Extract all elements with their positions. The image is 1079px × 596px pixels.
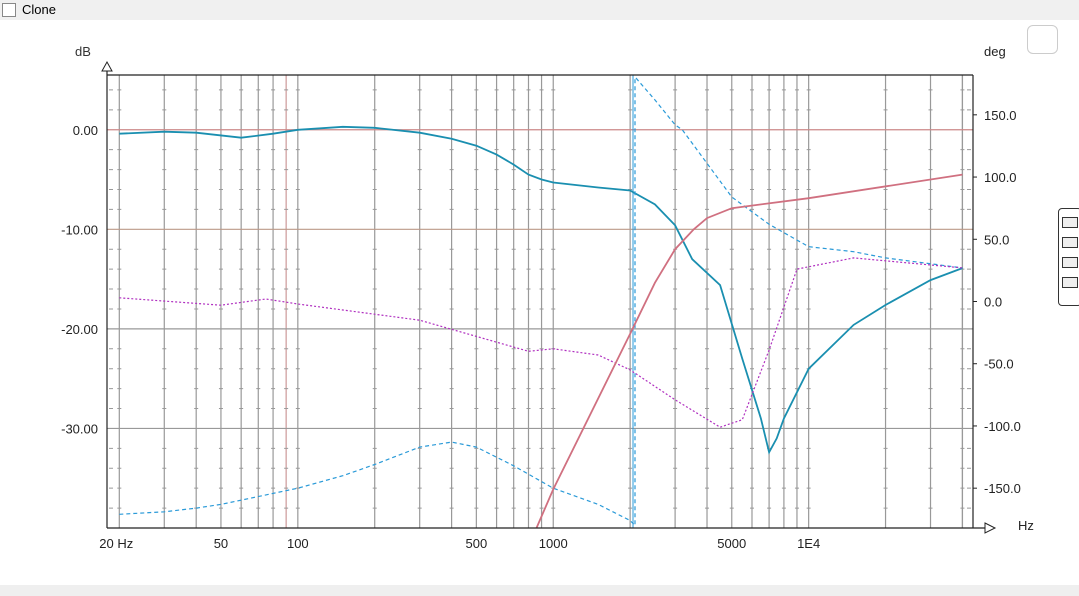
y-left-tick-label: -10.00	[61, 222, 98, 237]
series-phase-a	[119, 76, 963, 527]
y-right-label: deg	[984, 44, 1006, 59]
x-tick-label: 20 Hz	[99, 536, 133, 551]
y-right-tick-label: -100.0	[984, 419, 1021, 434]
series-phase-c	[535, 173, 963, 529]
y-right-tick-label: 100.0	[984, 170, 1017, 185]
x-tick-label: 5000	[717, 536, 746, 551]
x-tick-label: 1000	[539, 536, 568, 551]
y-left-label: dB	[75, 44, 91, 59]
y-right-tick-label: 150.0	[984, 108, 1017, 123]
frequency-response-chart: 20 Hz 50 100 500 1000 5000 1E4 0.00 -10.00 -20.00…	[61, 44, 1034, 551]
y-left-tick-label: 0.00	[73, 123, 98, 138]
x-axis-label: Hz	[1018, 518, 1034, 533]
x-tick-label: 500	[466, 536, 488, 551]
y-right-tick-label: -150.0	[984, 481, 1021, 496]
y-left-tick-label: -30.00	[61, 421, 98, 436]
y-right-tick-label: -50.0	[984, 357, 1014, 372]
x-tick-label: 100	[287, 536, 309, 551]
y-axis-arrow-icon	[101, 60, 113, 72]
y-left-tick-label: -20.00	[61, 322, 98, 337]
x-tick-label: 50	[214, 536, 228, 551]
y-right-tick-label: 50.0	[984, 232, 1009, 247]
x-axis-arrow-icon	[984, 522, 997, 534]
minor-grid-marks	[109, 89, 971, 509]
x-tick-label: 1E4	[797, 536, 820, 551]
y-right-tick-label: 0.0	[984, 295, 1002, 310]
